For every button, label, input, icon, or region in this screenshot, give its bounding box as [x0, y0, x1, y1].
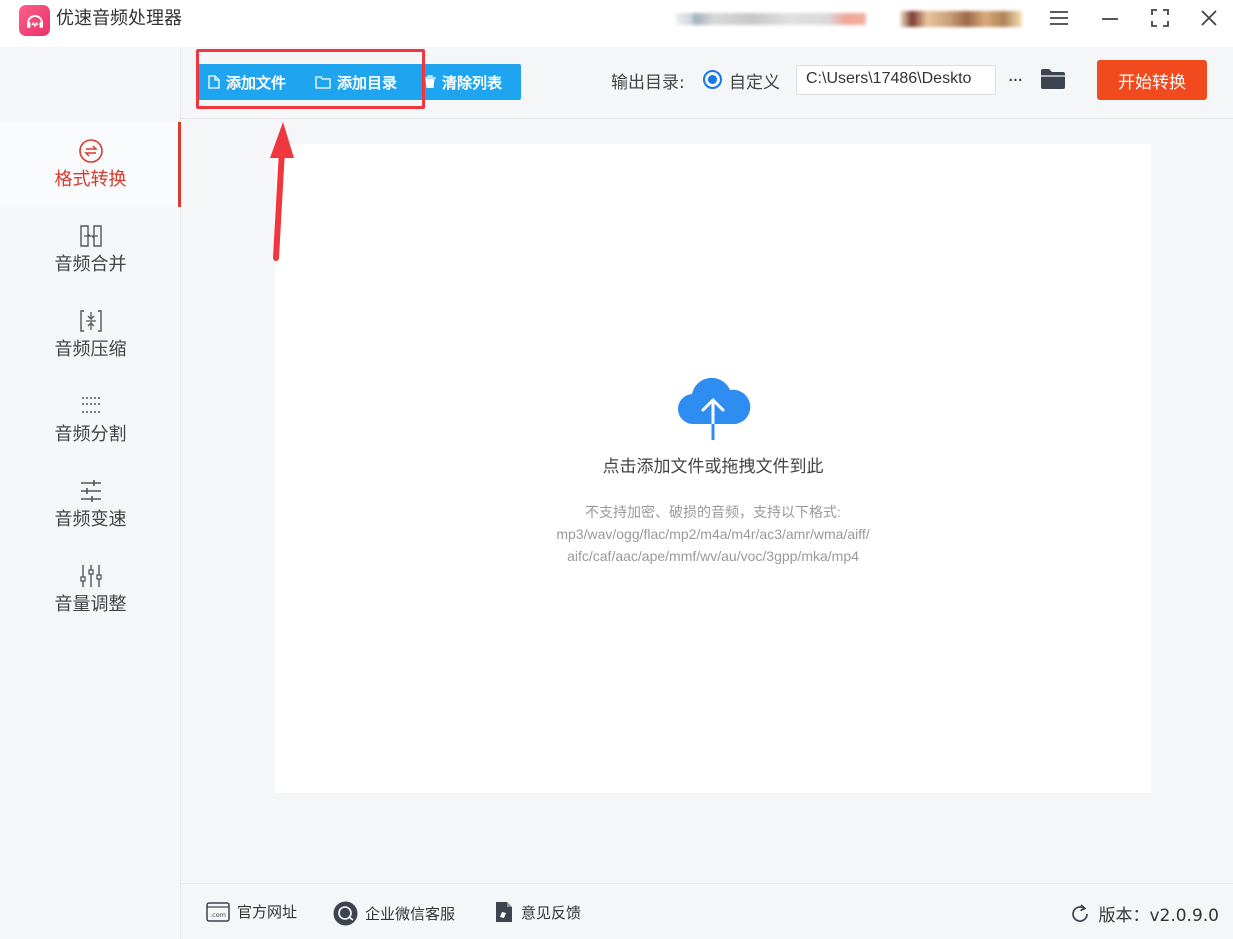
title-bar: 优速音频处理器	[0, 0, 1233, 47]
minimize-icon[interactable]	[1096, 6, 1124, 30]
close-icon[interactable]	[1195, 6, 1223, 30]
website-icon: .com	[206, 901, 230, 922]
add-file-button[interactable]: 添加文件	[208, 64, 286, 100]
sidebar-item-format-convert[interactable]: 格式转换	[0, 122, 181, 207]
sidebar-item-compress[interactable]: 音频压缩	[0, 292, 181, 377]
add-folder-button[interactable]: 添加目录	[315, 64, 397, 100]
merge-icon	[78, 223, 104, 249]
sidebar: 格式转换 音频合并 音频压缩 音频分割 音频变速 音量调整	[0, 47, 181, 939]
drop-zone-hint: 不支持加密、破损的音频，支持以下格式:	[585, 504, 841, 520]
app-title: 优速音频处理器	[56, 8, 182, 29]
wechat-service-link[interactable]: 企业微信客服	[333, 901, 455, 926]
chat-icon	[333, 901, 358, 926]
sidebar-item-merge[interactable]: 音频合并	[0, 207, 181, 292]
supported-formats-line: aifc/caf/aac/ape/mmf/wv/au/voc/3gpp/mka/…	[567, 548, 859, 564]
file-icon	[208, 75, 220, 89]
more-options-button[interactable]: ···	[1004, 65, 1026, 95]
folder-icon	[315, 75, 331, 89]
sidebar-item-label: 音频变速	[54, 508, 127, 530]
sidebar-item-split[interactable]: 音频分割	[0, 377, 181, 462]
feedback-icon	[494, 901, 514, 923]
refresh-icon	[1070, 903, 1090, 924]
footer: .com 官方网址 企业微信客服 意见反馈 版本：v2.0.9.0	[181, 883, 1233, 939]
open-folder-icon[interactable]	[1039, 66, 1067, 92]
account-blur	[676, 13, 866, 25]
volume-icon	[78, 563, 104, 589]
version-info[interactable]: 版本：v2.0.9.0	[1070, 901, 1219, 926]
file-button-group: 添加文件 添加目录 清除列表	[198, 64, 521, 100]
add-folder-label: 添加目录	[337, 73, 398, 92]
convert-icon	[78, 138, 104, 164]
cloud-upload-icon[interactable]	[676, 376, 751, 442]
output-dir-label: 输出目录:	[611, 73, 685, 93]
feedback-link[interactable]: 意见反馈	[494, 901, 581, 923]
drop-zone-title: 点击添加文件或拖拽文件到此	[602, 457, 824, 477]
clear-list-label: 清除列表	[442, 73, 503, 92]
start-convert-button[interactable]: 开始转换	[1097, 60, 1207, 100]
compress-icon	[78, 308, 104, 334]
custom-radio[interactable]	[703, 70, 722, 89]
maximize-icon[interactable]	[1146, 6, 1174, 30]
official-website-label: 官方网址	[237, 903, 298, 921]
supported-formats-line: mp3/wav/ogg/flac/mp2/m4a/m4r/ac3/amr/wma…	[556, 526, 870, 542]
sidebar-item-label: 格式转换	[54, 168, 127, 190]
svg-text:.com: .com	[210, 911, 226, 919]
sidebar-item-speed[interactable]: 音频变速	[0, 462, 181, 547]
app-logo-icon	[19, 5, 50, 36]
wechat-service-label: 企业微信客服	[365, 905, 456, 923]
add-file-label: 添加文件	[226, 73, 287, 92]
output-path-input[interactable]: C:\Users\17486\Deskto	[796, 65, 996, 95]
trash-icon	[424, 75, 436, 89]
custom-radio-label: 自定义	[729, 73, 780, 93]
speed-icon	[78, 478, 104, 504]
sidebar-item-label: 音频合并	[54, 253, 127, 275]
split-icon	[78, 393, 104, 419]
sidebar-item-label: 音量调整	[54, 593, 127, 615]
clear-list-button[interactable]: 清除列表	[424, 64, 502, 100]
sidebar-item-label: 音频压缩	[54, 338, 127, 360]
avatar-blur[interactable]	[900, 11, 1022, 27]
sidebar-item-volume[interactable]: 音量调整	[0, 547, 181, 632]
official-website-link[interactable]: .com 官方网址	[206, 901, 297, 922]
menu-icon[interactable]	[1045, 6, 1073, 30]
sidebar-item-label: 音频分割	[54, 423, 127, 445]
feedback-label: 意见反馈	[521, 903, 582, 922]
version-label: 版本：v2.0.9.0	[1098, 906, 1219, 926]
